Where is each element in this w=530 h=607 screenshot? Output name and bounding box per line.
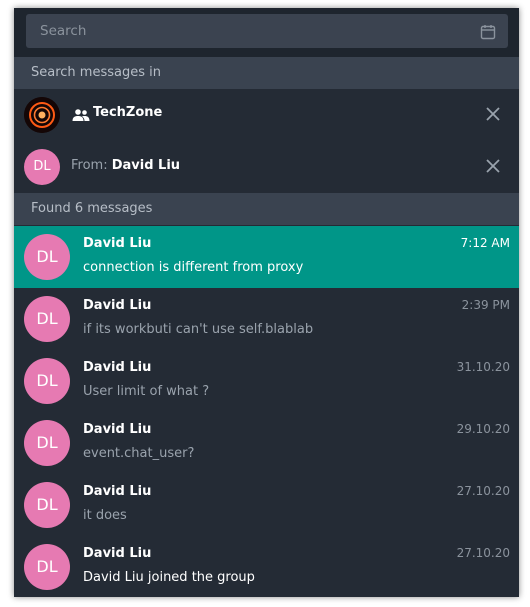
avatar: DL — [24, 482, 70, 528]
message-time: 27.10.20 — [456, 484, 510, 498]
avatar: DL — [24, 358, 70, 404]
avatar: DL — [24, 420, 70, 466]
search-input[interactable] — [26, 14, 466, 48]
message-time: 2:39 PM — [461, 298, 510, 312]
message-sender: David Liu — [83, 236, 152, 251]
message-sender: David Liu — [83, 422, 152, 437]
message-time: 29.10.20 — [456, 422, 510, 436]
message-result[interactable]: DL David Liu if its workbuti can't use s… — [14, 288, 519, 350]
message-text: David Liu joined the group — [83, 570, 255, 585]
group-icon — [72, 109, 90, 121]
avatar: DL — [24, 296, 70, 342]
message-result[interactable]: DL David Liu connection is different fro… — [14, 226, 519, 288]
message-time: 27.10.20 — [456, 546, 510, 560]
from-label-text: From: — [71, 158, 108, 173]
message-text: connection is different from proxy — [83, 260, 304, 275]
message-sender: David Liu — [83, 298, 152, 313]
message-text: User limit of what ? — [83, 384, 210, 399]
message-result[interactable]: DL David Liu it does 27.10.20 — [14, 474, 519, 536]
from-filter: DL From: David Liu — [14, 141, 519, 193]
chat-avatar — [24, 97, 60, 133]
message-time: 7:12 AM — [460, 236, 510, 250]
chat-logo-icon — [24, 97, 60, 133]
results-count-header: Found 6 messages — [14, 193, 519, 225]
avatar: DL — [24, 544, 70, 590]
message-time: 31.10.20 — [456, 360, 510, 374]
message-sender: David Liu — [83, 546, 152, 561]
from-filter-label: From: David Liu — [71, 158, 180, 173]
message-text: event.chat_user? — [83, 446, 195, 461]
remove-from-filter-close-icon[interactable] — [485, 158, 501, 174]
message-result[interactable]: DL David Liu David Liu joined the group … — [14, 536, 519, 597]
message-sender: David Liu — [83, 360, 152, 375]
results-list: DL David Liu connection is different fro… — [14, 226, 519, 597]
message-result[interactable]: DL David Liu event.chat_user? 29.10.20 — [14, 412, 519, 474]
message-text: if its workbuti can't use self.blablab — [83, 322, 314, 337]
avatar: DL — [24, 234, 70, 280]
from-avatar: DL — [24, 149, 60, 185]
chat-filter-title: TechZone — [93, 105, 163, 120]
from-filter-name: David Liu — [111, 158, 181, 173]
remove-chat-filter-close-icon[interactable] — [485, 106, 501, 122]
chat-filter: TechZone — [14, 89, 519, 141]
message-result[interactable]: DL David Liu User limit of what ? 31.10.… — [14, 350, 519, 412]
search-panel: Search messages in TechZone DL From: Dav… — [14, 8, 519, 597]
search-box — [26, 14, 508, 48]
message-sender: David Liu — [83, 484, 152, 499]
message-text: it does — [83, 508, 127, 523]
calendar-icon[interactable] — [480, 24, 496, 40]
search-bar — [14, 8, 519, 57]
search-scope-header: Search messages in — [14, 57, 519, 89]
